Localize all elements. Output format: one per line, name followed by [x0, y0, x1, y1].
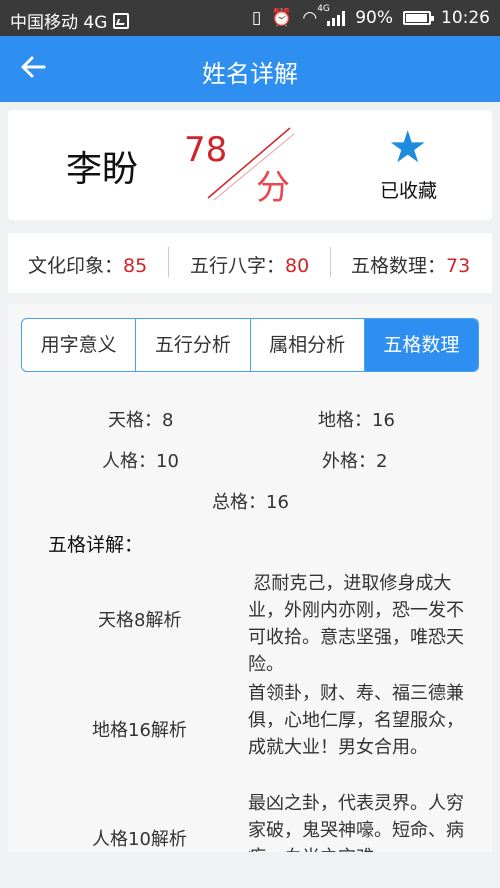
tab-zodiac[interactable]: 属相分析: [251, 319, 365, 371]
person-name: 李盼: [66, 149, 139, 190]
detail-text-renge: 最凶之卦，代表灵界。人穷家破，鬼哭神嚎。短命、病疾、血光之灾难: [248, 793, 464, 852]
analysis-panel: 用字意义 五行分析 属相分析 五格数理 天格：8 地格：16 人格：10 外格：…: [8, 304, 492, 852]
tab-five-elements[interactable]: 五行分析: [136, 319, 251, 371]
details-heading: 五格详解：: [48, 534, 144, 556]
detail-label-renge: 人格10解析: [92, 829, 187, 850]
summary-label: 文化印象：: [28, 255, 124, 277]
page-title: 姓名详解: [202, 60, 298, 88]
favorite-star-icon[interactable]: ★: [388, 126, 427, 170]
summary-label: 五行八字：: [190, 255, 286, 277]
analysis-tabs: 用字意义 五行分析 属相分析 五格数理: [21, 318, 479, 372]
dige-value: 地格：16: [318, 410, 395, 431]
summary-value: 80: [285, 255, 310, 277]
summary-value: 73: [446, 255, 471, 277]
summary-label: 五格数理：: [351, 255, 447, 277]
image-notification-icon: [113, 12, 130, 29]
favorite-label[interactable]: 已收藏: [380, 176, 437, 203]
summary-culture: 文化印象：85: [28, 251, 147, 278]
detail-text-dige: 首领卦，财、寿、福三德兼俱，心地仁厚，名望服众，成就大业！男女合用。: [248, 683, 464, 758]
network-type-label: 4G: [317, 4, 330, 14]
waige-value: 外格：2: [322, 451, 388, 472]
carrier-text: 中国移动 4G: [10, 13, 108, 33]
app-bar: 姓名详解: [0, 36, 500, 102]
signal-icon: 4G: [317, 4, 346, 26]
tab-wuge-numerology[interactable]: 五格数理: [364, 319, 478, 371]
detail-text-tiange: 忍耐克己，进取修身成大业，外刚内亦刚，恐一发不可收拾。意志坚强，唯恐天险。: [248, 573, 464, 675]
renge-value: 人格：10: [102, 451, 179, 472]
tiange-value: 天格：8: [108, 410, 174, 431]
summary-wuxing: 五行八字：80: [190, 251, 309, 278]
divider: [330, 247, 331, 277]
clock-text: 10:26: [441, 8, 490, 28]
status-bar: 中国移动 4G ▯ ⏰ ◠ 4G 90% 10:26: [0, 0, 500, 36]
summary-value: 85: [123, 255, 148, 277]
tab-character-meaning[interactable]: 用字意义: [22, 319, 137, 371]
summary-scores: 文化印象：85 五行八字：80 五格数理：73: [8, 233, 492, 293]
zongge-value: 总格：16: [212, 492, 289, 513]
summary-wuge: 五格数理：73: [351, 251, 470, 278]
battery-icon: [403, 11, 434, 25]
battery-percent: 90%: [355, 8, 393, 28]
score-unit: 分: [256, 168, 290, 208]
detail-label-dige: 地格16解析: [92, 720, 187, 741]
wifi-icon: ◠: [302, 8, 318, 28]
vibrate-icon: ▯: [251, 8, 262, 28]
divider: [168, 247, 169, 277]
name-score-card: 李盼 78 分 ★ 已收藏: [8, 110, 492, 220]
alarm-icon: ⏰: [271, 8, 293, 28]
detail-label-tiange: 天格8解析: [98, 610, 182, 631]
